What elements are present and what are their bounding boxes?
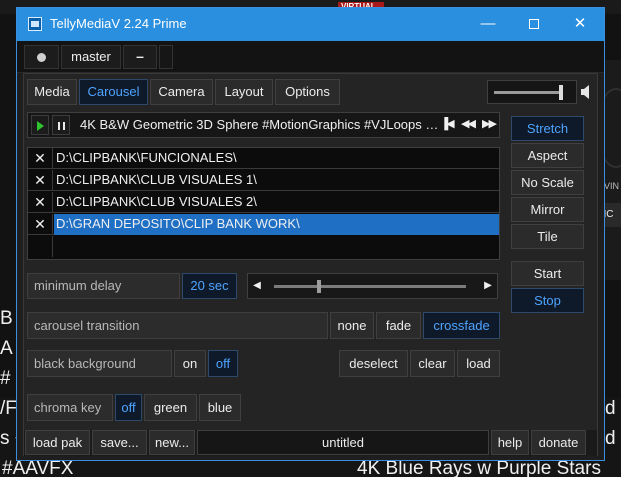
- host-text-right-2: d: [605, 428, 616, 449]
- volume-track: [494, 91, 562, 94]
- output-radio[interactable]: [24, 45, 59, 69]
- slider-left-arrow-icon[interactable]: ◀: [248, 274, 266, 298]
- remove-folder-icon[interactable]: ✕: [28, 148, 53, 169]
- stretch-button[interactable]: Stretch: [511, 116, 584, 141]
- black-background-label: black background: [27, 350, 172, 377]
- window-title: TellyMediaV 2.24 Prime: [50, 16, 187, 31]
- title-bar[interactable]: TellyMediaV 2.24 Prime — ✕: [17, 8, 604, 41]
- maximize-button[interactable]: [511, 8, 557, 41]
- black-background-off-button[interactable]: off: [208, 350, 238, 377]
- forward-button[interactable]: ▶▶: [478, 115, 499, 135]
- status-bar: load pak save... new... untitled help do…: [24, 430, 597, 456]
- tellymedia-window: TellyMediaV 2.24 Prime — ✕ master – Medi…: [16, 7, 605, 461]
- chroma-key-green-button[interactable]: green: [144, 394, 197, 421]
- tab-options[interactable]: Options: [275, 79, 340, 105]
- speaker-icon[interactable]: [579, 83, 593, 101]
- slider-right-arrow-icon[interactable]: ▶: [479, 274, 497, 298]
- minimum-delay-slider[interactable]: ◀ ▶: [247, 273, 498, 299]
- list-item[interactable]: ✕ D:\CLIPBANK\FUNCIONALES\: [28, 148, 499, 169]
- aspect-button[interactable]: Aspect: [511, 143, 584, 168]
- remove-folder-icon[interactable]: ✕: [28, 214, 53, 235]
- host-text-left-3: #: [0, 368, 11, 389]
- maximize-icon: [529, 19, 539, 30]
- host-text-right-1: d: [605, 398, 616, 419]
- black-background-on-button[interactable]: on: [174, 350, 206, 377]
- folder-path: D:\GRAN DEPOSITO\CLIP BANK WORK\: [56, 216, 300, 231]
- folder-path: D:\CLIPBANK\CLUB VISUALES 1\: [56, 172, 257, 187]
- minimum-delay-value[interactable]: 20 sec: [182, 273, 237, 299]
- folder-path: D:\CLIPBANK\FUNCIONALES\: [56, 150, 237, 165]
- transition-fade-button[interactable]: fade: [376, 312, 421, 339]
- list-item-empty[interactable]: [28, 236, 499, 257]
- slider-track: [274, 285, 466, 288]
- list-item-selected[interactable]: ✕ D:\GRAN DEPOSITO\CLIP BANK WORK\: [28, 214, 499, 235]
- chroma-key-blue-button[interactable]: blue: [199, 394, 241, 421]
- carousel-panel: Media Carousel Camera Layout Options 4K …: [23, 73, 598, 456]
- close-button[interactable]: ✕: [557, 8, 603, 41]
- mirror-button[interactable]: Mirror: [511, 197, 584, 222]
- master-output-button[interactable]: master: [61, 45, 121, 69]
- load-button[interactable]: load: [457, 350, 500, 377]
- player-bar: 4K B&W Geometric 3D Sphere #MotionGraphi…: [27, 112, 500, 138]
- tab-carousel[interactable]: Carousel: [79, 79, 148, 105]
- play-icon: [37, 121, 44, 131]
- host-text-left-4: /F: [0, 398, 17, 419]
- pak-name-field: untitled: [197, 430, 489, 455]
- load-pak-button[interactable]: load pak: [25, 430, 90, 455]
- minimum-delay-label: minimum delay: [27, 273, 180, 299]
- empty-cell: [28, 236, 53, 257]
- output-bar: master –: [17, 41, 604, 73]
- app-icon: [28, 17, 42, 31]
- minimize-button[interactable]: —: [465, 8, 511, 41]
- chroma-key-label: chroma key: [27, 394, 113, 421]
- pause-button[interactable]: [52, 115, 70, 135]
- remove-folder-icon[interactable]: ✕: [28, 170, 53, 191]
- remove-folder-icon[interactable]: ✕: [28, 192, 53, 213]
- clear-button[interactable]: clear: [410, 350, 455, 377]
- tab-layout[interactable]: Layout: [215, 79, 273, 105]
- stop-button[interactable]: Stop: [511, 288, 584, 313]
- donate-button[interactable]: donate: [531, 430, 586, 455]
- save-pak-button[interactable]: save...: [92, 430, 147, 455]
- host-text-left-1: B: [0, 308, 13, 329]
- volume-thumb[interactable]: [559, 85, 563, 100]
- list-item[interactable]: ✕ D:\CLIPBANK\CLUB VISUALES 2\: [28, 192, 499, 213]
- pause-icon: [58, 122, 65, 130]
- previous-button[interactable]: ▐◀: [436, 115, 457, 135]
- rewind-button[interactable]: ◀◀: [457, 115, 478, 135]
- new-pak-button[interactable]: new...: [149, 430, 195, 455]
- tile-button[interactable]: Tile: [511, 224, 584, 249]
- transition-crossfade-button[interactable]: crossfade: [423, 312, 500, 339]
- host-text-left-2: A: [0, 338, 13, 359]
- start-button[interactable]: Start: [511, 261, 584, 286]
- play-button[interactable]: [31, 115, 49, 135]
- carousel-transition-label: carousel transition: [27, 312, 328, 339]
- folder-path: D:\CLIPBANK\CLUB VISUALES 2\: [56, 194, 257, 209]
- no-scale-button[interactable]: No Scale: [511, 170, 584, 195]
- remove-output-button[interactable]: –: [123, 45, 157, 69]
- output-spacer: [159, 45, 173, 69]
- help-button[interactable]: help: [491, 430, 529, 455]
- host-vin-label: VIN: [604, 181, 620, 191]
- now-playing-title: 4K B&W Geometric 3D Sphere #MotionGraphi…: [80, 117, 442, 132]
- chroma-key-off-button[interactable]: off: [115, 394, 142, 421]
- volume-slider[interactable]: [487, 80, 577, 104]
- tab-media[interactable]: Media: [27, 79, 77, 105]
- deselect-button[interactable]: deselect: [339, 350, 408, 377]
- slider-thumb[interactable]: [317, 280, 322, 293]
- list-item[interactable]: ✕ D:\CLIPBANK\CLUB VISUALES 1\: [28, 170, 499, 191]
- transition-none-button[interactable]: none: [330, 312, 374, 339]
- tab-camera[interactable]: Camera: [150, 79, 213, 105]
- folder-list: ✕ D:\CLIPBANK\FUNCIONALES\ ✕ D:\CLIPBANK…: [27, 147, 500, 260]
